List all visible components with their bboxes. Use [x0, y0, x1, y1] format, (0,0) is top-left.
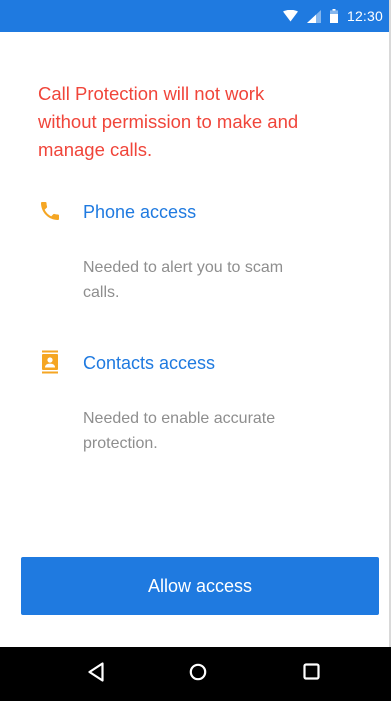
phone-icon	[38, 199, 62, 223]
warning-line: manage calls.	[38, 139, 153, 160]
permission-warning: Call Protection will not work without pe…	[38, 80, 358, 164]
status-icons: 12:30	[282, 0, 383, 32]
battery-icon	[329, 9, 338, 23]
status-time: 12:30	[346, 8, 383, 24]
recents-icon	[302, 663, 320, 685]
description-line: calls.	[83, 284, 120, 301]
allow-access-button[interactable]: Allow access	[21, 557, 379, 615]
contacts-icon	[38, 350, 62, 374]
back-icon	[87, 661, 105, 687]
phone-access-description: Needed to alert you to scam calls.	[83, 255, 343, 305]
description-line: protection.	[83, 435, 158, 452]
home-icon	[189, 663, 207, 686]
recents-button[interactable]	[281, 647, 341, 701]
contacts-access-title: Contacts access	[83, 353, 216, 373]
phone-access-title: Phone access	[83, 202, 197, 222]
description-line: Needed to alert you to scam	[83, 259, 284, 276]
navigation-bar	[0, 647, 391, 701]
back-button[interactable]	[66, 647, 126, 701]
warning-line: Call Protection will not work	[38, 83, 265, 104]
warning-line: without permission to make and	[38, 111, 299, 132]
home-button[interactable]	[168, 647, 228, 701]
wifi-icon	[282, 10, 298, 22]
description-line: Needed to enable accurate	[83, 410, 276, 427]
signal-icon	[306, 9, 321, 23]
permission-screen: 12:30 Call Protection will not work with…	[0, 0, 391, 701]
status-bar: 12:30	[0, 0, 389, 32]
contacts-access-description: Needed to enable accurate protection.	[83, 406, 343, 456]
